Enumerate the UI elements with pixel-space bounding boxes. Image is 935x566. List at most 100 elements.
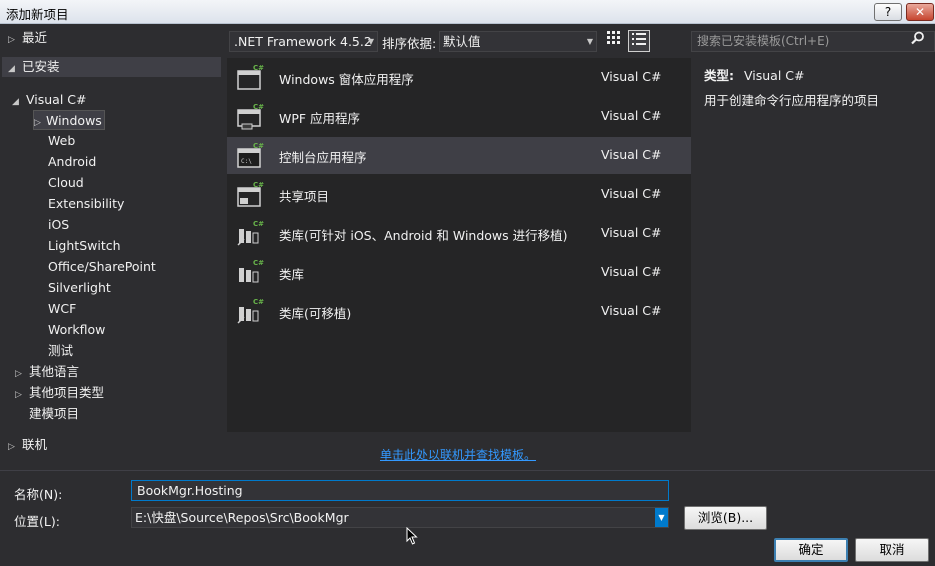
template-name: WPF 应用程序 [279,111,361,126]
template-name: 类库(可针对 iOS、Android 和 Windows 进行移植) [279,228,568,243]
template-row[interactable]: C# 共享项目 Visual C# [227,176,691,213]
collapse-arrow-icon[interactable]: ◢ [8,59,22,79]
template-name: 类库(可移植) [279,306,352,321]
tree-item-web[interactable]: Web [48,131,75,151]
sort-label: 排序依据: [382,36,437,51]
template-row[interactable]: C:\ C# 控制台应用程序 Visual C# [227,137,691,174]
sort-value: 默认值 [443,34,481,49]
template-type: 类型: Visual C# [704,65,804,84]
expand-arrow-icon[interactable]: ▷ [15,364,29,384]
template-description: 用于创建命令行应用程序的项目 [704,93,880,108]
tree-item-lightswitch[interactable]: LightSwitch [48,236,121,256]
template-language: Visual C# [601,147,662,162]
template-name: 共享项目 [279,189,330,204]
wpf-icon: C# [237,103,264,130]
expand-arrow-icon[interactable]: ▷ [8,30,22,50]
tree-item-label: 最近 [22,30,48,45]
tree-item-other-languages[interactable]: ▷ 其他语言 [15,362,79,382]
template-row[interactable]: C# WPF 应用程序 Visual C# [227,98,691,135]
tree-item-label: 其他语言 [29,364,80,379]
expand-arrow-icon[interactable]: ▷ [34,113,46,133]
tree-item-windows[interactable]: ▷ Windows [33,110,105,130]
list-view-icon [632,33,646,45]
tree-item-extensibility[interactable]: Extensibility [48,194,124,214]
search-icon[interactable] [906,31,930,52]
template-language: Visual C# [601,186,662,201]
template-row[interactable]: C# Windows 窗体应用程序 Visual C# [227,59,691,96]
tree-item-cloud[interactable]: Cloud [48,173,84,193]
browse-button[interactable]: 浏览(B)... [684,506,767,530]
portable-library-icon: C# [237,220,264,246]
tree-item-label: 已安装 [22,59,60,74]
tree-item-label: Visual C# [26,92,87,107]
list-view-button[interactable] [628,30,650,52]
svg-text:C#: C# [253,103,264,111]
tree-item-other-project-types[interactable]: ▷ 其他项目类型 [15,383,104,403]
template-list: C# Windows 窗体应用程序 Visual C# C# WPF 应用程序 Visua… [227,58,691,432]
tree-item-installed[interactable]: ◢ 已安装 [2,57,221,77]
tree-item-modeling-projects[interactable]: 建模项目 [29,404,79,424]
svg-text:C#: C# [253,220,264,228]
shared-project-icon: C# [237,181,264,207]
template-language: Visual C# [601,225,662,240]
class-library-icon: C# [239,259,264,283]
expand-arrow-icon[interactable]: ▷ [15,385,29,405]
tree-item-office-sharepoint[interactable]: Office/SharePoint [48,257,156,277]
tree-item-wcf[interactable]: WCF [48,299,76,319]
tree-item-recent[interactable]: ▷ 最近 [8,28,218,48]
framework-select[interactable]: .NET Framework 4.5.2 ▼ [229,31,378,52]
svg-text:C#: C# [253,259,264,267]
template-language: Visual C# [601,108,662,123]
title-bar: 添加新项目 ? ✕ [0,0,935,24]
console-icon: C:\ C# [237,142,264,168]
tree-item-silverlight[interactable]: Silverlight [48,278,111,298]
sort-select[interactable]: 默认值 ▼ [439,31,597,52]
grid-view-icon [607,31,620,44]
svg-text:C#: C# [253,298,264,306]
tree-item-online[interactable]: ▷ 联机 [8,435,47,455]
window-title: 添加新项目 [6,7,69,22]
template-row[interactable]: C# 类库(可针对 iOS、Android 和 Windows 进行移植) Visu… [227,215,691,252]
tree-item-test[interactable]: 测试 [48,341,73,361]
name-label: 名称(N): [14,487,63,502]
tree-item-label: 联机 [22,437,48,452]
svg-text:C#: C# [253,64,264,72]
svg-text:C#: C# [253,181,264,189]
help-button[interactable]: ? [874,3,902,21]
collapse-arrow-icon[interactable]: ◢ [12,92,26,112]
template-category-tree: ▷ 最近 ◢ 已安装 ◢ Visual C# ▷ Windows Web Android… [0,24,222,456]
cancel-button[interactable]: 取消 [855,538,929,562]
type-value: Visual C# [743,68,805,83]
tree-item-label: 其他项目类型 [29,385,105,400]
template-name: Windows 窗体应用程序 [279,72,414,87]
location-combobox[interactable]: E:\快盘\Source\Repos\Src\BookMgr [131,507,669,528]
project-name-input[interactable]: BookMgr.Hosting [131,480,669,501]
tree-item-ios[interactable]: iOS [48,215,69,235]
template-language: Visual C# [601,69,662,84]
location-label: 位置(L): [14,514,60,529]
winforms-icon: C# [237,64,264,90]
tree-item-workflow[interactable]: Workflow [48,320,105,340]
search-input[interactable]: 搜索已安装模板(Ctrl+E) [691,31,935,52]
location-dropdown-arrow-icon[interactable]: ▼ [655,508,668,527]
mouse-cursor-icon [406,527,418,545]
dropdown-arrow-icon[interactable]: ▼ [587,32,593,51]
template-row[interactable]: C# 类库(可移植) Visual C# [227,293,691,330]
expand-arrow-icon[interactable]: ▷ [8,437,22,457]
type-key: 类型: [704,68,734,83]
template-language: Visual C# [601,303,662,318]
template-name: 类库 [279,267,305,282]
template-row[interactable]: C# 类库 Visual C# [227,254,691,291]
find-templates-online-link[interactable]: 单击此处以联机并查找模板。 [380,446,536,463]
grid-view-button[interactable] [603,30,625,52]
ok-button[interactable]: 确定 [774,538,848,562]
tree-item-visual-csharp[interactable]: ◢ Visual C# [12,90,87,110]
framework-value: .NET Framework 4.5.2 [234,34,372,49]
portable-class-library-icon: C# [237,298,264,324]
svg-text:C:\: C:\ [241,158,252,165]
dropdown-arrow-icon[interactable]: ▼ [368,32,374,51]
close-button[interactable]: ✕ [906,3,934,21]
tree-item-android[interactable]: Android [48,152,96,172]
template-name: 控制台应用程序 [279,150,367,165]
svg-text:C#: C# [253,142,264,150]
